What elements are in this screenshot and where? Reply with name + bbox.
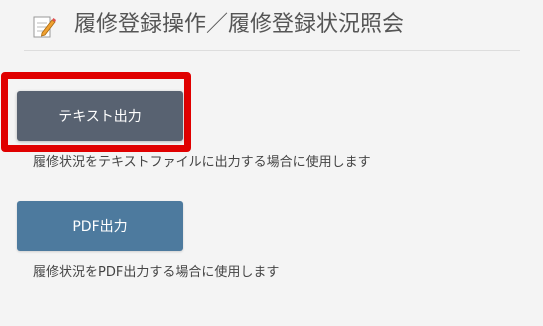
note-edit-icon bbox=[32, 14, 56, 40]
pdf-export-description: 履修状況をPDF出力する場合に使用します bbox=[33, 265, 280, 280]
text-export-description: 履修状況をテキストファイルに出力する場合に使用します bbox=[33, 155, 371, 170]
page-header: 履修登録操作／履修登録状況照会 bbox=[24, 6, 520, 51]
text-export-button[interactable]: テキスト出力 bbox=[17, 91, 183, 141]
pdf-export-button[interactable]: PDF出力 bbox=[17, 201, 183, 251]
page-title: 履修登録操作／履修登録状況照会 bbox=[74, 12, 405, 37]
